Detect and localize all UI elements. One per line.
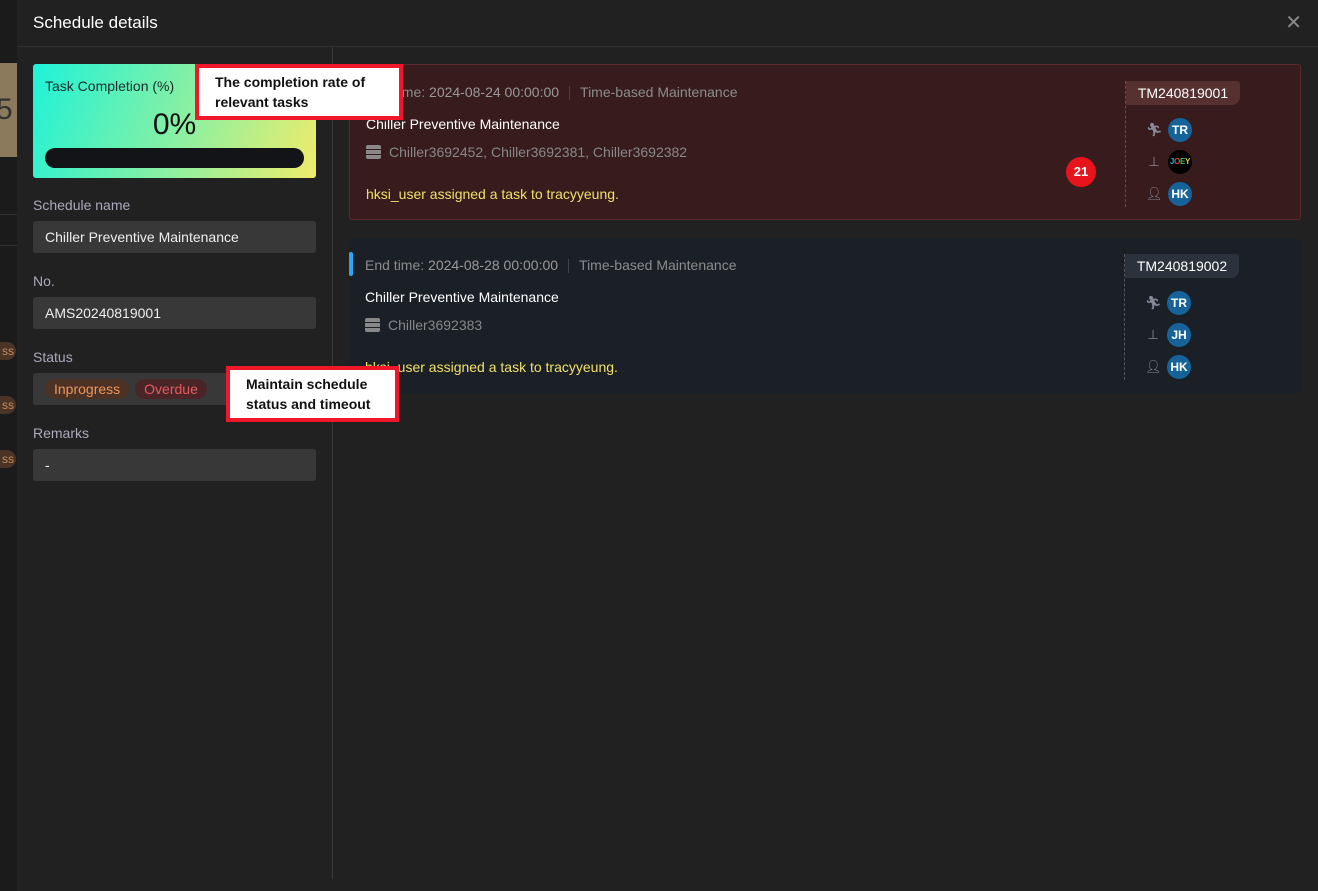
divider bbox=[332, 47, 333, 879]
task-type: Time-based Maintenance bbox=[579, 257, 737, 273]
task-card[interactable]: End time: 2024-08-28 00:00:00 Time-based … bbox=[349, 238, 1301, 394]
schedule-name-label: Schedule name bbox=[33, 197, 131, 213]
task-message: hksi_user assigned a task to tracyyeung. bbox=[365, 359, 618, 375]
background-badge: ss bbox=[0, 396, 16, 414]
schedule-name-field: Chiller Preventive Maintenance bbox=[33, 221, 316, 253]
task-devices: Chiller3692452, Chiller3692381, Chiller3… bbox=[366, 144, 687, 160]
no-field: AMS20240819001 bbox=[33, 297, 316, 329]
background-digit: 5 bbox=[0, 63, 17, 157]
task-side: TM240819002 🏃︎ TR ⊥ JH 👤︎ HK bbox=[1124, 254, 1239, 380]
notification-count-badge: 21 bbox=[1066, 157, 1096, 187]
avatar[interactable]: JH bbox=[1167, 323, 1191, 347]
annotation-completion: The completion rate of relevant tasks bbox=[195, 64, 403, 120]
status-label: Status bbox=[33, 349, 73, 365]
stamp-icon: ⊥ bbox=[1148, 154, 1160, 169]
status-badge-inprogress: Inprogress bbox=[45, 379, 130, 399]
background-page-strip: 5 ss ss ss bbox=[0, 0, 17, 891]
stamp-icon: ⊥ bbox=[1147, 327, 1159, 342]
task-code: TM240819001 bbox=[1126, 81, 1240, 105]
avatar-joey-text: JOEY bbox=[1169, 157, 1191, 166]
task-side: TM240819001 🏃︎ TR ⊥ JOEY 👤︎ HK bbox=[1125, 81, 1240, 207]
task-meta: End time: 2024-08-28 00:00:00 Time-based … bbox=[365, 257, 737, 274]
modal-title: Schedule details bbox=[33, 13, 158, 32]
avatar[interactable]: TR bbox=[1167, 291, 1191, 315]
avatar[interactable]: HK bbox=[1168, 182, 1192, 206]
accent-bar bbox=[349, 252, 353, 276]
background-row bbox=[0, 214, 17, 246]
avatar-joey-logo[interactable]: JOEY bbox=[1168, 150, 1192, 174]
status-badge-overdue: Overdue bbox=[135, 379, 207, 399]
end-time: 2024-08-24 00:00:00 bbox=[429, 84, 560, 100]
background-badge: ss bbox=[0, 450, 16, 468]
completion-label: Task Completion (%) bbox=[45, 78, 175, 94]
runner-icon: 🏃︎ bbox=[1145, 295, 1162, 310]
server-icon bbox=[366, 145, 381, 159]
annotation-status: Maintain schedule status and timeout bbox=[226, 366, 399, 422]
user-add-icon: 👤︎ bbox=[1145, 359, 1162, 374]
runner-icon: 🏃︎ bbox=[1146, 122, 1163, 137]
task-devices: Chiller3692383 bbox=[365, 317, 482, 333]
completion-progress-bar bbox=[45, 148, 304, 168]
task-card[interactable]: End time: 2024-08-24 00:00:00Time-based … bbox=[349, 64, 1301, 220]
end-time-label: End time: bbox=[365, 257, 425, 273]
no-label: No. bbox=[33, 273, 55, 289]
end-time: 2024-08-28 00:00:00 bbox=[428, 257, 559, 273]
device-list: Chiller3692452, Chiller3692381, Chiller3… bbox=[389, 144, 688, 160]
device-list: Chiller3692383 bbox=[388, 317, 483, 333]
task-meta: End time: 2024-08-24 00:00:00Time-based … bbox=[366, 84, 738, 101]
user-add-icon: 👤︎ bbox=[1146, 186, 1163, 201]
task-message: hksi_user assigned a task to tracyyeung. bbox=[366, 186, 619, 202]
server-icon bbox=[365, 318, 380, 332]
avatar[interactable]: HK bbox=[1167, 355, 1191, 379]
task-code: TM240819002 bbox=[1125, 254, 1239, 278]
task-name: Chiller Preventive Maintenance bbox=[365, 289, 559, 305]
background-badge: ss bbox=[0, 342, 16, 360]
modal-header: Schedule details ✕ bbox=[17, 0, 1318, 47]
close-icon[interactable]: ✕ bbox=[1285, 10, 1302, 35]
remarks-label: Remarks bbox=[33, 425, 90, 441]
task-type: Time-based Maintenance bbox=[580, 84, 738, 100]
avatar[interactable]: TR bbox=[1168, 118, 1192, 142]
remarks-field: - bbox=[33, 449, 316, 481]
